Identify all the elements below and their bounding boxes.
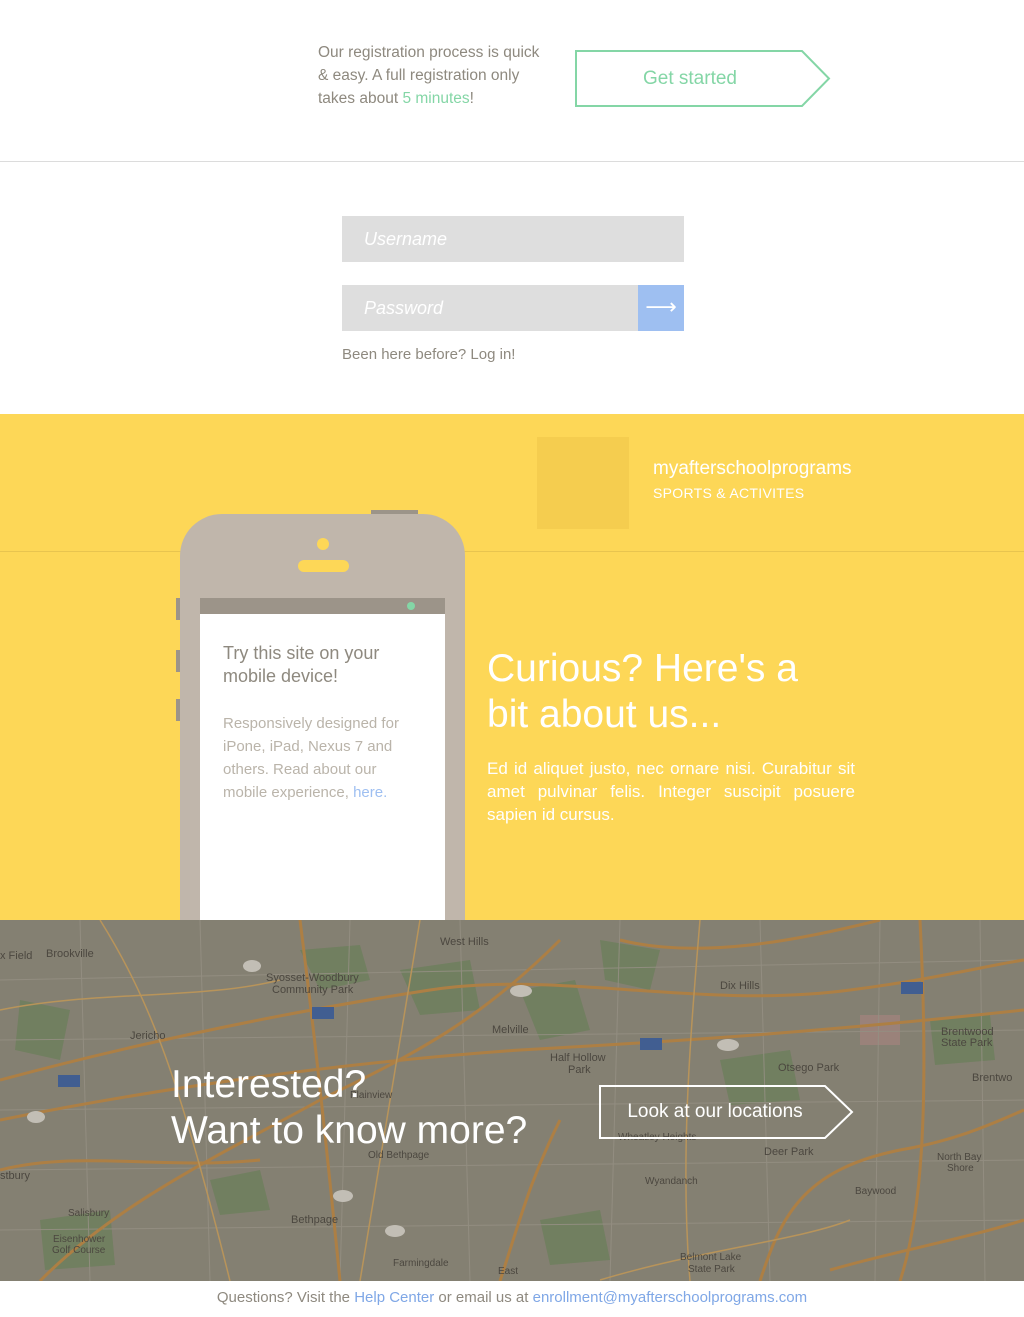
about-title: Curious? Here's a bit about us... bbox=[487, 647, 798, 736]
locations-button-label: Look at our locations bbox=[627, 1101, 803, 1122]
login-link[interactable]: Been here before? Log in! bbox=[342, 346, 515, 363]
login-submit-button[interactable]: ⟶ bbox=[638, 285, 684, 331]
mobile-title: Try this site on your mobile device! bbox=[223, 643, 380, 686]
arrow-right-icon: ⟶ bbox=[645, 294, 677, 319]
brand-subtitle: SPORTS & ACTIVITES bbox=[653, 485, 805, 501]
password-input[interactable] bbox=[342, 285, 638, 331]
get-started-label: Get started bbox=[643, 68, 737, 89]
registration-strip: Our registration process is quick & easy… bbox=[0, 0, 1024, 162]
login-form: ⟶ Been here before? Log in! bbox=[0, 162, 1024, 414]
phone-speaker bbox=[298, 560, 349, 572]
footer-text: Questions? Visit the bbox=[216, 1289, 355, 1306]
map-cta-line1: Interested? bbox=[171, 1063, 367, 1106]
footer: Questions? Visit the Help Center or emai… bbox=[0, 1281, 1024, 1317]
about-section: myafterschoolprograms SPORTS & ACTIVITES… bbox=[0, 414, 1024, 920]
status-indicator bbox=[407, 602, 415, 610]
brand-name: myafterschoolprograms bbox=[653, 458, 852, 479]
registration-text-end: ! bbox=[469, 90, 474, 107]
get-started-button[interactable]: Get started bbox=[575, 50, 831, 107]
section-divider bbox=[0, 551, 1024, 552]
about-body: Ed id aliquet justo, nec ornare nisi. Cu… bbox=[487, 759, 855, 824]
phone-camera bbox=[317, 538, 329, 550]
mobile-experience-link[interactable]: here. bbox=[353, 784, 387, 801]
locations-map: x Field Brookville West Hills Syosset-Wo… bbox=[0, 920, 1024, 1281]
footer-text: or email us at bbox=[434, 1289, 533, 1306]
registration-text: Our registration process is quick & easy… bbox=[318, 41, 546, 110]
map-cta-line2: Want to know more? bbox=[171, 1109, 528, 1152]
registration-duration: 5 minutes bbox=[402, 90, 470, 107]
locations-button[interactable]: Look at our locations bbox=[599, 1085, 855, 1139]
username-input[interactable] bbox=[342, 216, 684, 262]
help-center-link[interactable]: Help Center bbox=[354, 1289, 434, 1306]
phone-status-bar bbox=[200, 598, 445, 614]
brand-logo bbox=[537, 437, 629, 529]
phone-screen: Try this site on your mobile device! Res… bbox=[200, 614, 445, 920]
phone-illustration: Try this site on your mobile device! Res… bbox=[180, 514, 465, 920]
map-cta-heading: Interested? Want to know more? bbox=[171, 1062, 527, 1154]
mobile-description: Responsively designed for iPone, iPad, N… bbox=[223, 712, 423, 804]
email-link[interactable]: enrollment@myafterschoolprograms.com bbox=[533, 1289, 808, 1306]
